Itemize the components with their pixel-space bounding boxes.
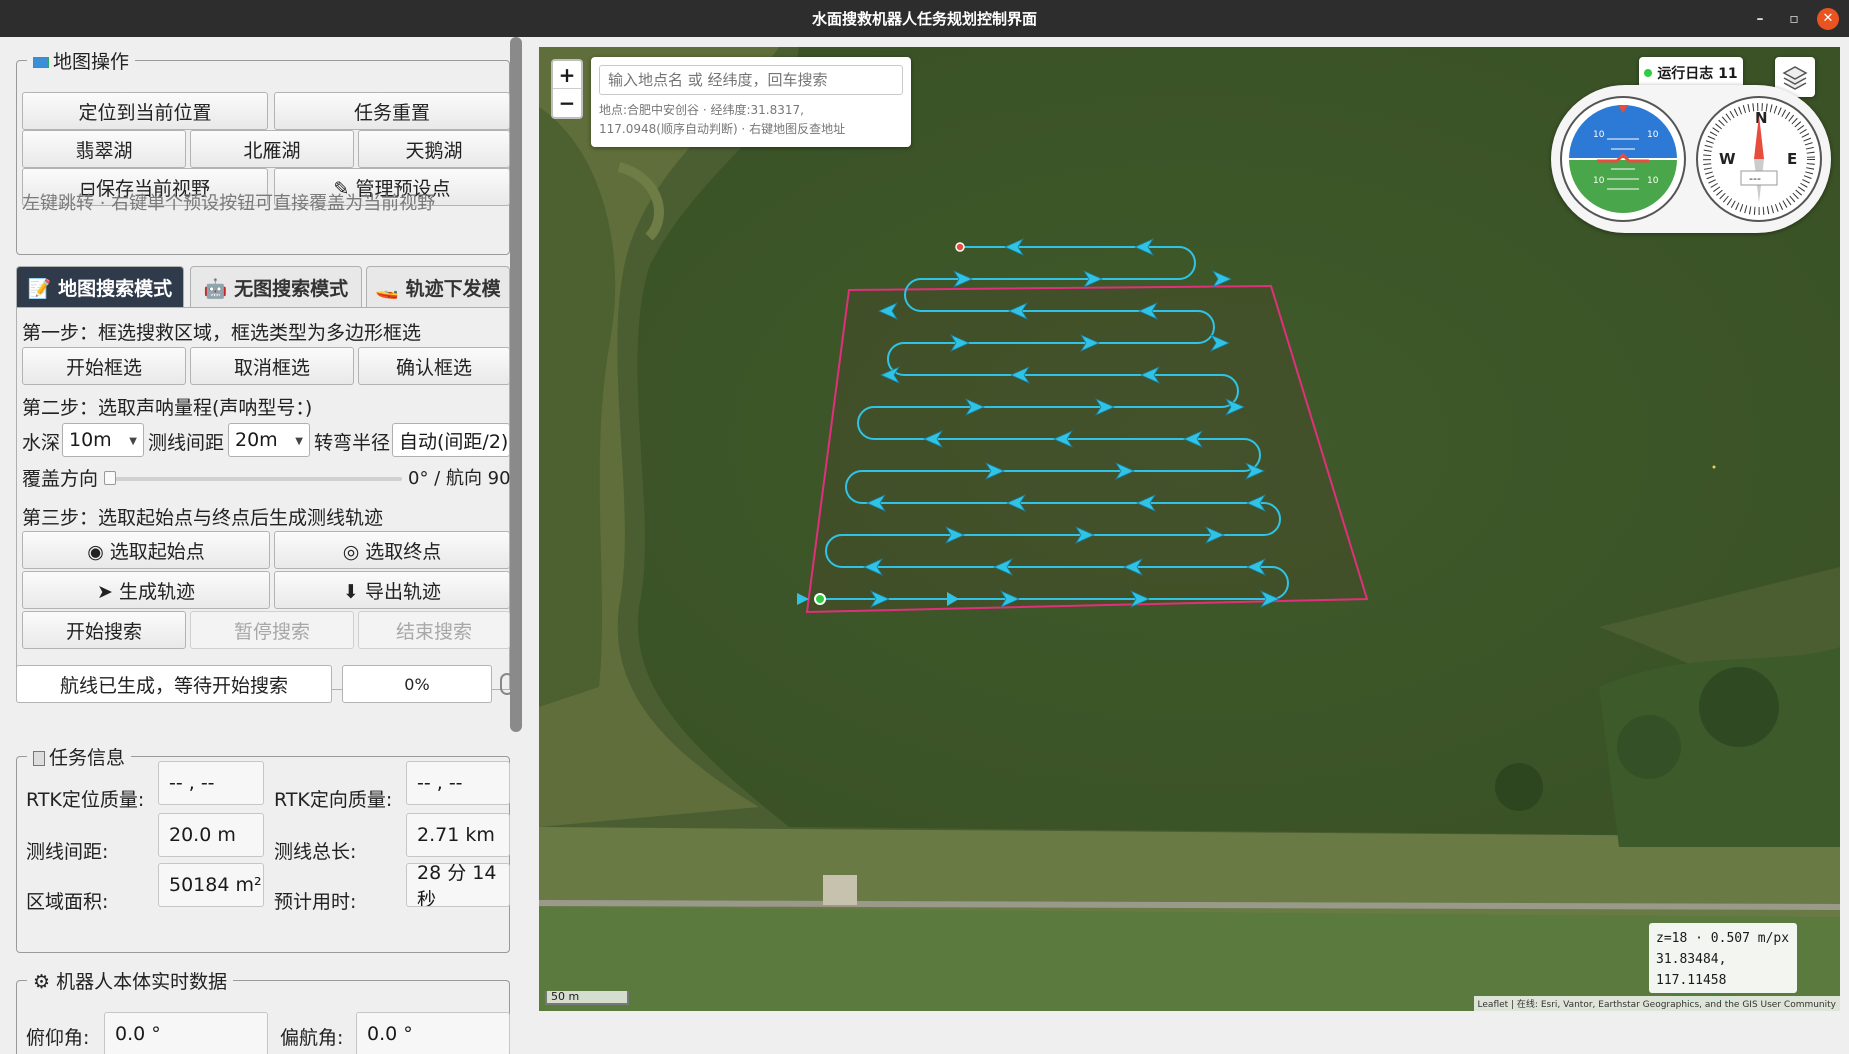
pitch-label: 俯仰角: bbox=[26, 1027, 90, 1049]
svg-text:10: 10 bbox=[1647, 130, 1659, 140]
estimated-time-value: 28 分 14 秒 bbox=[406, 863, 510, 907]
map-icon bbox=[33, 57, 49, 68]
svg-text:---: --- bbox=[1749, 172, 1761, 185]
cover-direction-slider[interactable] bbox=[106, 477, 402, 481]
rtk-position-value: -- , -- bbox=[158, 761, 264, 805]
compass-icon: N E W --- bbox=[1696, 96, 1822, 222]
total-length-value: 2.71 km bbox=[406, 813, 510, 857]
turn-radius-label: 转弯半径 bbox=[314, 432, 391, 454]
pitch-value: 0.0 ° bbox=[104, 1012, 268, 1054]
rtk-direction-label: RTK定向质量: bbox=[274, 789, 393, 811]
robot-data-legend: ⚙ 机器人本体实时数据 bbox=[33, 971, 228, 993]
map-ops-legend: 地图操作 bbox=[27, 47, 135, 74]
window-titlebar: 水面搜救机器人任务规划控制界面 – ▫ ✕ bbox=[0, 0, 1849, 37]
preset-lake-3-button[interactable]: 天鹅湖 bbox=[358, 130, 510, 168]
svg-text:10: 10 bbox=[1593, 130, 1605, 140]
pause-search-button: 暂停搜索 bbox=[190, 611, 354, 649]
task-info-legend: 任务信息 bbox=[27, 743, 131, 770]
search-area-polygon bbox=[805, 284, 1369, 614]
tab-trajectory-send[interactable]: 🚤 轨迹下发模 bbox=[366, 266, 510, 308]
svg-text:E: E bbox=[1787, 150, 1797, 168]
svg-text:W: W bbox=[1719, 150, 1736, 168]
step1-label: 第一步：框选搜救区域，框选类型为多边形框选 bbox=[22, 322, 422, 344]
zoom-out-button[interactable]: − bbox=[553, 89, 581, 117]
preset-lake-2-button[interactable]: 北雁湖 bbox=[190, 130, 354, 168]
end-point-marker bbox=[955, 242, 965, 252]
zoom-control: + − bbox=[551, 59, 583, 119]
step2-label: 第二步：选取声呐量程(声呐型号：) bbox=[22, 397, 313, 419]
cancel-select-button[interactable]: 取消框选 bbox=[190, 347, 354, 385]
coord-latlon: 31.83484, 117.11458 bbox=[1656, 952, 1727, 988]
clipboard-icon bbox=[33, 751, 45, 766]
dot-marker bbox=[1712, 465, 1716, 469]
panel-scrollbar[interactable] bbox=[510, 37, 522, 732]
total-length-label: 测线总长: bbox=[274, 841, 357, 863]
close-button[interactable]: ✕ bbox=[1817, 8, 1839, 30]
slider-handle[interactable] bbox=[104, 471, 116, 485]
select-end-point-button[interactable]: ◎ 选取终点 bbox=[274, 531, 510, 569]
zoom-in-button[interactable]: + bbox=[553, 61, 581, 89]
svg-text:N: N bbox=[1755, 109, 1768, 127]
area-label: 区域面积: bbox=[26, 891, 109, 913]
svg-text:10: 10 bbox=[1593, 176, 1605, 186]
instrument-panel: 10 10 10 10 N E W --- bbox=[1551, 85, 1831, 233]
locate-button[interactable]: 定位到当前位置 bbox=[22, 92, 268, 130]
export-path-button[interactable]: ⬇ 导出轨迹 bbox=[274, 571, 510, 609]
yaw-label: 偏航角: bbox=[280, 1027, 344, 1049]
chevron-down-icon: ▼ bbox=[295, 436, 303, 447]
confirm-select-button[interactable]: 确认框选 bbox=[358, 347, 510, 385]
maximize-button[interactable]: ▫ bbox=[1783, 8, 1805, 30]
search-meta-line1: 地点:合肥中安创谷 · 经纬度:31.8317, bbox=[599, 103, 804, 117]
rtk-direction-value: -- , -- bbox=[406, 761, 510, 805]
coord-zoom: z=18 · 0.507 m/px bbox=[1656, 931, 1790, 946]
coordinate-readout: z=18 · 0.507 m/px 31.83484, 117.11458 ✓ … bbox=[1649, 923, 1797, 1009]
tab-map-search[interactable]: 📝 地图搜索模式 bbox=[16, 266, 184, 308]
window-title: 水面搜救机器人任务规划控制界面 bbox=[811, 10, 1037, 28]
step3-label: 第三步：选取起始点与终点后生成测线轨迹 bbox=[22, 507, 384, 529]
search-meta: 地点:合肥中安创谷 · 经纬度:31.8317, 117.0948(顺序自动判断… bbox=[599, 101, 909, 139]
search-meta-line2: 117.0948(顺序自动判断) · 右键地图反查地址 bbox=[599, 122, 846, 136]
map-view[interactable]: + − 地点:合肥中安创谷 · 经纬度:31.8317, 117.0948(顺序… bbox=[539, 47, 1840, 1011]
select-start-point-button[interactable]: ◉ 选取起始点 bbox=[22, 531, 270, 569]
map-search-box: 地点:合肥中安创谷 · 经纬度:31.8317, 117.0948(顺序自动判断… bbox=[591, 57, 911, 147]
status-message: 航线已生成，等待开始搜索 bbox=[16, 665, 332, 703]
map-ops-hint: 左键跳转 · 右键单个预设按钮可直接覆盖为当前视野 bbox=[22, 193, 436, 214]
start-search-button[interactable]: 开始搜索 bbox=[22, 611, 186, 649]
line-spacing-label: 测线间距: bbox=[26, 841, 109, 863]
control-panel: 地图操作 定位到当前位置 任务重置 翡翠湖 北雁湖 天鹅湖 ⊟保存当前视野 ✎ … bbox=[0, 37, 528, 1054]
depth-select[interactable]: 10m ▼ bbox=[62, 423, 144, 457]
spacing-label: 测线间距 bbox=[148, 432, 225, 454]
map-attribution: Leaflet | 在线: Esri, Vantor, Earthstar Ge… bbox=[1473, 996, 1840, 1011]
generate-path-button[interactable]: ➤ 生成轨迹 bbox=[22, 571, 270, 609]
start-point-marker bbox=[814, 593, 826, 605]
rtk-position-label: RTK定位质量: bbox=[26, 789, 145, 811]
status-dot-icon bbox=[1644, 69, 1653, 77]
estimated-time-label: 预计用时: bbox=[274, 891, 357, 913]
path-direction-arrow bbox=[1211, 270, 1232, 288]
cover-direction-value: 0° / 航向 90° bbox=[408, 468, 520, 489]
area-value: 50184 m² bbox=[158, 863, 264, 907]
line-spacing-value: 20.0 m bbox=[158, 813, 264, 857]
tab-no-map-search[interactable]: 🤖 无图搜索模式 bbox=[190, 266, 362, 308]
yaw-value: 0.0 ° bbox=[356, 1012, 510, 1054]
preset-lake-1-button[interactable]: 翡翠湖 bbox=[22, 130, 186, 168]
instrument-svg: 10 10 10 10 N E W --- bbox=[1560, 96, 1822, 222]
artificial-horizon-icon: 10 10 10 10 bbox=[1560, 96, 1686, 222]
cover-direction-label: 覆盖方向 bbox=[22, 468, 99, 490]
turn-radius-select[interactable]: 自动(间距/2) bbox=[392, 423, 510, 457]
start-select-button[interactable]: 开始框选 bbox=[22, 347, 186, 385]
end-search-button: 结束搜索 bbox=[358, 611, 510, 649]
spacing-select[interactable]: 20m ▼ bbox=[228, 423, 310, 457]
minimize-button[interactable]: – bbox=[1749, 8, 1771, 30]
svg-text:10: 10 bbox=[1647, 176, 1659, 186]
map-scale: 50 m bbox=[545, 991, 629, 1005]
progress-bar: 0% bbox=[342, 665, 492, 703]
chevron-down-icon: ▼ bbox=[129, 436, 137, 447]
task-reset-button[interactable]: 任务重置 bbox=[274, 92, 510, 130]
map-search-input[interactable] bbox=[599, 65, 903, 95]
depth-label: 水深 bbox=[22, 432, 61, 454]
